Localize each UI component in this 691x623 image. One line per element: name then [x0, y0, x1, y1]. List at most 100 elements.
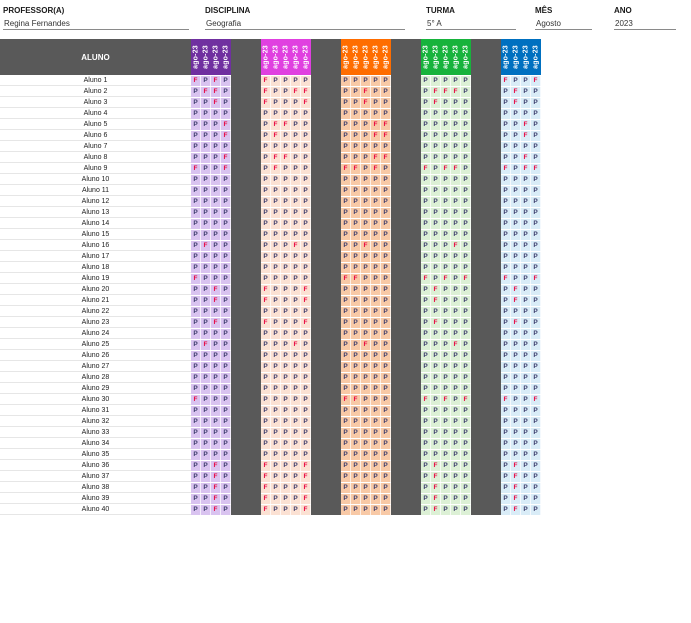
attendance-cell[interactable]: P — [271, 141, 281, 152]
attendance-cell[interactable]: F — [351, 163, 361, 174]
attendance-cell[interactable]: P — [511, 130, 521, 141]
attendance-cell[interactable]: F — [191, 163, 201, 174]
attendance-cell[interactable]: P — [301, 405, 311, 416]
attendance-cell[interactable]: P — [461, 460, 471, 471]
attendance-cell[interactable]: F — [271, 119, 281, 130]
attendance-cell[interactable]: P — [191, 317, 201, 328]
attendance-cell[interactable]: P — [361, 416, 371, 427]
attendance-cell[interactable]: F — [461, 394, 471, 405]
attendance-cell[interactable]: P — [531, 119, 541, 130]
attendance-cell[interactable]: P — [521, 438, 531, 449]
attendance-cell[interactable]: P — [501, 152, 511, 163]
attendance-cell[interactable]: P — [341, 240, 351, 251]
attendance-cell[interactable]: F — [211, 97, 221, 108]
attendance-cell[interactable]: P — [381, 284, 391, 295]
attendance-cell[interactable]: P — [431, 185, 441, 196]
attendance-cell[interactable]: P — [431, 394, 441, 405]
ano-value[interactable]: 2023 — [614, 18, 676, 30]
attendance-cell[interactable]: P — [351, 482, 361, 493]
attendance-cell[interactable]: P — [271, 372, 281, 383]
attendance-cell[interactable]: P — [451, 449, 461, 460]
attendance-cell[interactable]: P — [261, 438, 271, 449]
attendance-cell[interactable]: P — [501, 262, 511, 273]
attendance-cell[interactable]: P — [431, 152, 441, 163]
attendance-cell[interactable]: F — [261, 86, 271, 97]
attendance-cell[interactable]: P — [261, 350, 271, 361]
attendance-cell[interactable]: P — [371, 185, 381, 196]
attendance-cell[interactable]: P — [221, 394, 231, 405]
attendance-cell[interactable]: P — [431, 75, 441, 86]
attendance-cell[interactable]: F — [211, 317, 221, 328]
attendance-cell[interactable]: P — [531, 328, 541, 339]
attendance-cell[interactable]: P — [341, 119, 351, 130]
attendance-cell[interactable]: P — [431, 383, 441, 394]
attendance-cell[interactable]: P — [351, 350, 361, 361]
attendance-cell[interactable]: P — [361, 108, 371, 119]
attendance-cell[interactable]: P — [261, 273, 271, 284]
attendance-cell[interactable]: P — [461, 185, 471, 196]
attendance-cell[interactable]: P — [201, 273, 211, 284]
attendance-cell[interactable]: P — [291, 152, 301, 163]
attendance-cell[interactable]: F — [191, 75, 201, 86]
attendance-cell[interactable]: P — [221, 240, 231, 251]
attendance-cell[interactable]: F — [431, 460, 441, 471]
attendance-cell[interactable]: P — [531, 284, 541, 295]
attendance-cell[interactable]: P — [201, 449, 211, 460]
attendance-cell[interactable]: P — [201, 284, 211, 295]
attendance-cell[interactable]: P — [431, 196, 441, 207]
attendance-cell[interactable]: P — [421, 361, 431, 372]
attendance-cell[interactable]: P — [381, 394, 391, 405]
attendance-cell[interactable]: P — [441, 240, 451, 251]
attendance-cell[interactable]: P — [291, 251, 301, 262]
attendance-cell[interactable]: P — [461, 284, 471, 295]
attendance-cell[interactable]: P — [381, 273, 391, 284]
attendance-cell[interactable]: P — [451, 328, 461, 339]
attendance-cell[interactable]: F — [211, 284, 221, 295]
attendance-cell[interactable]: P — [381, 196, 391, 207]
attendance-cell[interactable]: P — [351, 229, 361, 240]
attendance-cell[interactable]: P — [201, 460, 211, 471]
attendance-cell[interactable]: P — [291, 119, 301, 130]
attendance-cell[interactable]: P — [451, 383, 461, 394]
attendance-cell[interactable]: P — [371, 471, 381, 482]
attendance-cell[interactable]: P — [501, 108, 511, 119]
attendance-cell[interactable]: P — [461, 218, 471, 229]
attendance-cell[interactable]: P — [501, 130, 511, 141]
attendance-cell[interactable]: P — [271, 416, 281, 427]
attendance-cell[interactable]: P — [381, 372, 391, 383]
attendance-cell[interactable]: F — [511, 460, 521, 471]
attendance-cell[interactable]: P — [221, 350, 231, 361]
attendance-cell[interactable]: P — [221, 218, 231, 229]
attendance-cell[interactable]: P — [431, 229, 441, 240]
attendance-cell[interactable]: P — [351, 405, 361, 416]
attendance-cell[interactable]: P — [191, 295, 201, 306]
attendance-cell[interactable]: P — [281, 240, 291, 251]
attendance-cell[interactable]: P — [201, 174, 211, 185]
attendance-cell[interactable]: F — [381, 130, 391, 141]
attendance-cell[interactable]: P — [501, 306, 511, 317]
attendance-cell[interactable]: F — [521, 130, 531, 141]
attendance-cell[interactable]: P — [351, 185, 361, 196]
attendance-cell[interactable]: P — [461, 108, 471, 119]
attendance-cell[interactable]: P — [371, 86, 381, 97]
attendance-cell[interactable]: P — [271, 339, 281, 350]
attendance-cell[interactable]: P — [271, 361, 281, 372]
attendance-cell[interactable]: F — [341, 394, 351, 405]
attendance-cell[interactable]: P — [531, 482, 541, 493]
attendance-cell[interactable]: P — [441, 119, 451, 130]
attendance-cell[interactable]: P — [291, 295, 301, 306]
attendance-cell[interactable]: P — [501, 427, 511, 438]
attendance-cell[interactable]: P — [201, 119, 211, 130]
attendance-cell[interactable]: P — [201, 163, 211, 174]
attendance-cell[interactable]: P — [461, 504, 471, 515]
attendance-cell[interactable]: P — [531, 152, 541, 163]
attendance-cell[interactable]: P — [371, 218, 381, 229]
attendance-cell[interactable]: P — [381, 416, 391, 427]
attendance-cell[interactable]: P — [501, 405, 511, 416]
attendance-cell[interactable]: P — [531, 229, 541, 240]
attendance-cell[interactable]: P — [361, 185, 371, 196]
attendance-cell[interactable]: P — [451, 317, 461, 328]
attendance-cell[interactable]: P — [511, 185, 521, 196]
attendance-cell[interactable]: P — [361, 504, 371, 515]
attendance-cell[interactable]: F — [511, 493, 521, 504]
